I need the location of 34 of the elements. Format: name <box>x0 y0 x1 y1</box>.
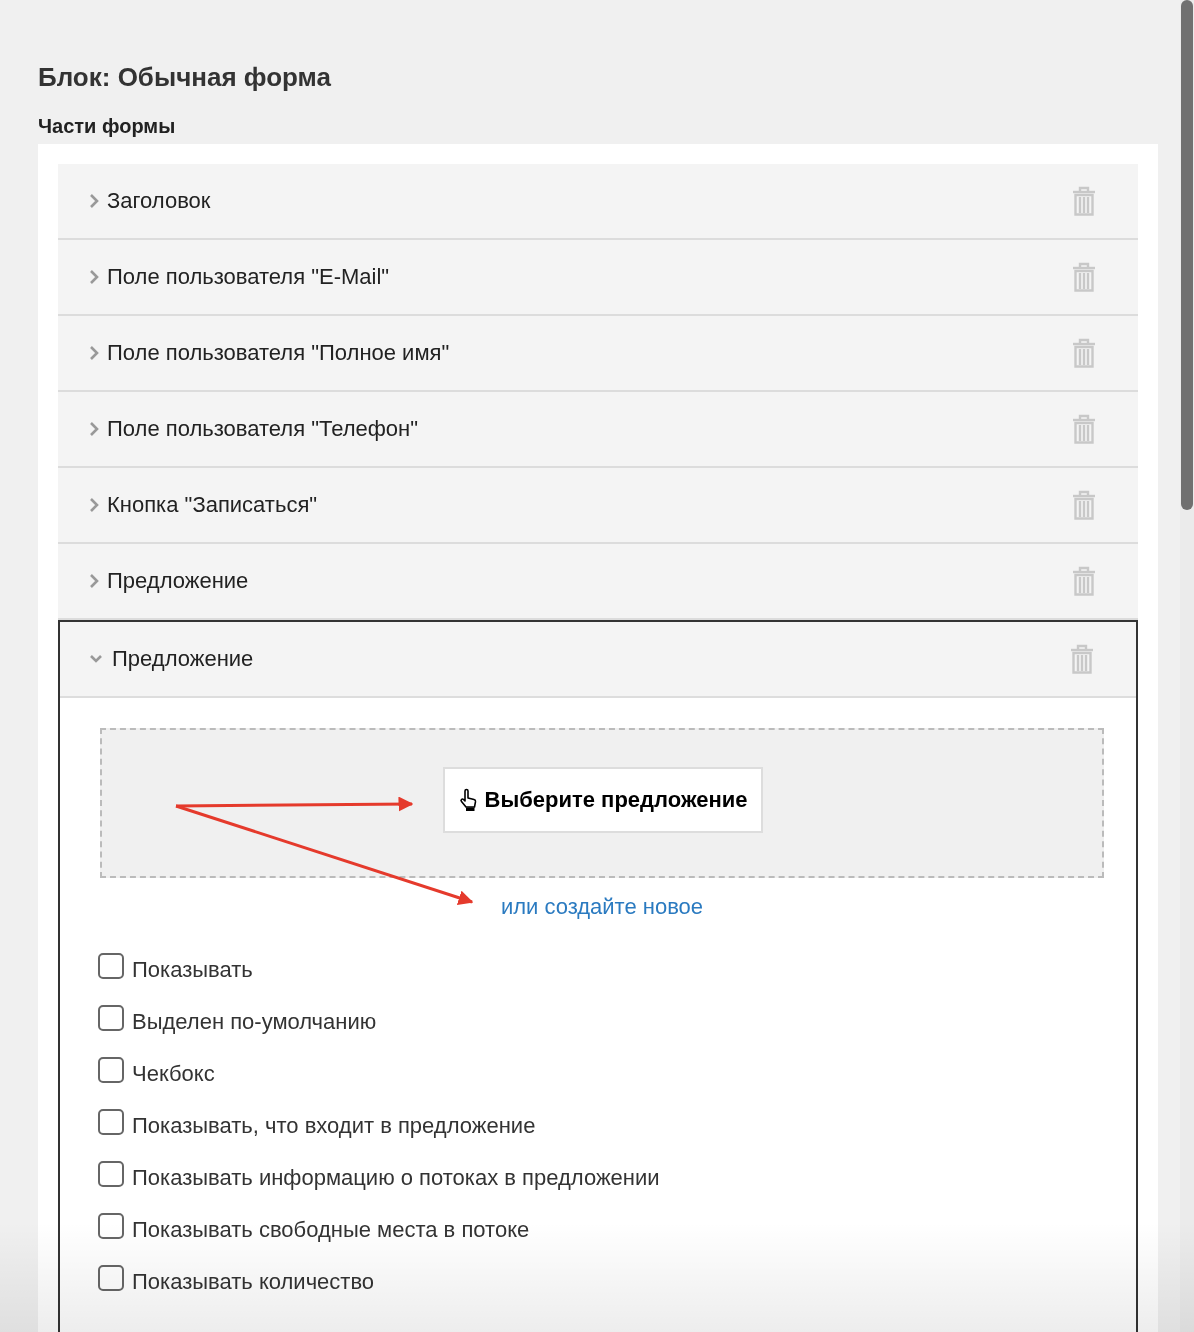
checkbox-label: Показывать информацию о потоках в предложении <box>132 1165 660 1191</box>
part-title: Заголовок <box>107 188 212 214</box>
part-title: Кнопка "Записаться" <box>107 492 319 518</box>
chevron-icon <box>88 574 100 588</box>
chevron-icon <box>88 346 100 360</box>
checkbox[interactable] <box>98 1005 124 1031</box>
block-title: Блок: Обычная форма <box>38 62 332 93</box>
choose-offer-button[interactable]: Выберите предложение <box>442 767 764 833</box>
checkbox[interactable] <box>98 953 124 979</box>
checkbox-label: Показывать <box>132 957 253 983</box>
part-title: Поле пользователя "Телефон" <box>107 416 420 442</box>
checkbox[interactable] <box>98 1109 124 1135</box>
chevron-icon <box>88 422 100 436</box>
checkbox-label: Показывать свободные места в потоке <box>132 1217 530 1243</box>
pointing-hand-icon <box>458 788 479 812</box>
section-title: Части формы <box>38 115 177 138</box>
checkbox-label: Показывать количество <box>132 1269 375 1295</box>
checkbox-label: Показывать, что входит в предложение <box>132 1113 536 1139</box>
checkbox[interactable] <box>98 1057 124 1083</box>
checkbox-label: Выделен по-умолчанию <box>132 1009 377 1035</box>
checkbox[interactable] <box>98 1213 124 1239</box>
checkbox[interactable] <box>98 1265 124 1291</box>
chevron-icon <box>88 270 100 284</box>
checkbox[interactable] <box>98 1161 124 1187</box>
part-title: Предложение <box>112 646 255 672</box>
part-header[interactable]: Предложение <box>60 622 1136 698</box>
checkbox-label: Чекбокс <box>132 1061 215 1087</box>
part-title: Поле пользователя "E-Mail" <box>107 264 391 290</box>
chevron-icon <box>88 498 100 512</box>
part-title: Предложение <box>107 568 250 594</box>
part-title: Поле пользователя "Полное имя" <box>107 340 451 366</box>
chevron-icon <box>88 194 100 208</box>
create-offer-link[interactable]: или создайте новое <box>500 894 704 919</box>
scrollbar[interactable] <box>1180 0 1194 1332</box>
